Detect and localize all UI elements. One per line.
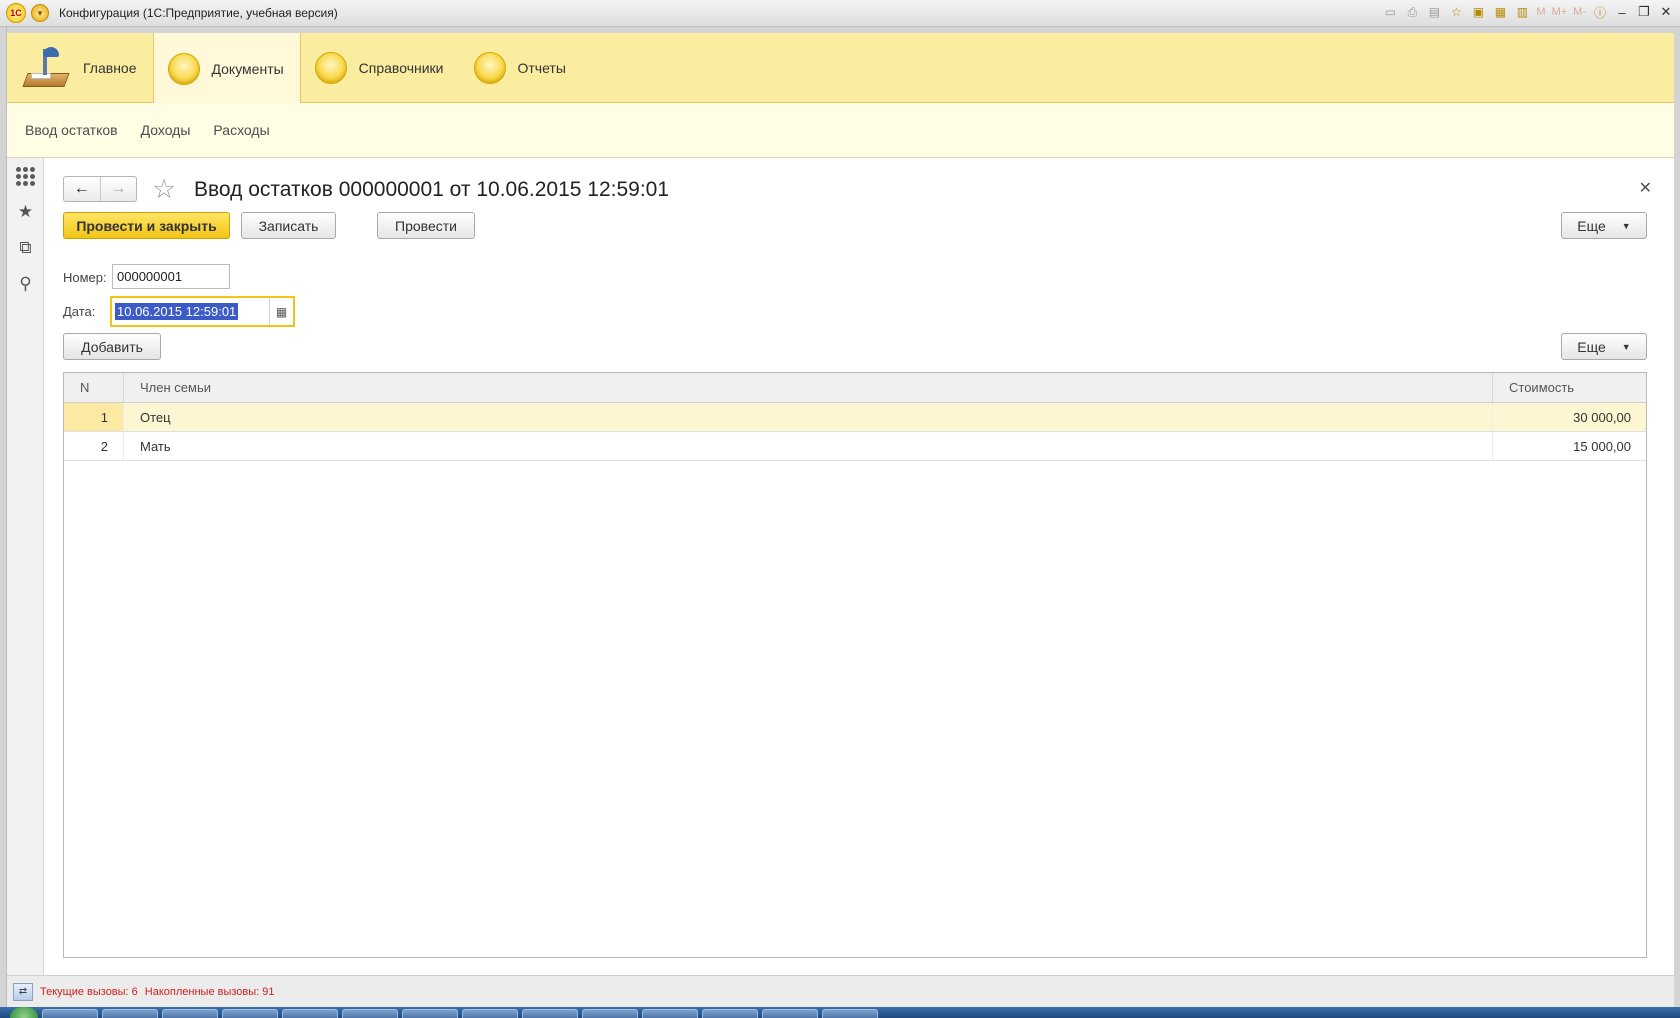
print-icon[interactable]: ⎙ <box>1404 4 1420 20</box>
post-button[interactable]: Провести <box>377 212 475 239</box>
date-label: Дата: <box>63 304 96 319</box>
section-label: Главное <box>83 60 137 76</box>
all-functions-icon[interactable] <box>7 158 44 194</box>
taskbar-item[interactable] <box>462 1009 518 1018</box>
calendar-picker-icon[interactable]: ▦ <box>269 298 293 325</box>
calendar-icon[interactable]: ▥ <box>1514 4 1530 20</box>
status-bar: ⇄ Текущие вызовы: 6 Накопленные вызовы: … <box>7 975 1674 1007</box>
memory-m-plus-button[interactable]: M+ <box>1552 6 1568 18</box>
history-icon[interactable]: ⧉ <box>7 230 44 266</box>
search-icon[interactable]: ⚲ <box>7 266 44 302</box>
app-logo-icon[interactable]: 1С <box>6 3 26 23</box>
row-number: 2 <box>64 432 124 460</box>
title-bar: 1С ▾ Конфигурация (1С:Предприятие, учебн… <box>0 0 1680 27</box>
family-members-table: N Член семьи Стоимость 1 Отец 30 000,00 … <box>63 372 1647 958</box>
current-calls: Текущие вызовы: 6 <box>40 985 138 998</box>
window-title: Конфигурация (1С:Предприятие, учебная ве… <box>59 6 338 20</box>
subnav-panel: Ввод остатков Доходы Расходы <box>7 103 1674 158</box>
more-label: Еще <box>1577 338 1606 355</box>
preview-icon[interactable]: ▤ <box>1426 4 1442 20</box>
title-toolbar: ▭ ⎙ ▤ ☆ ▣ ▦ ▥ M M+ M- ⓘ – ❐ ✕ <box>1382 4 1674 20</box>
taskbar-item[interactable] <box>282 1009 338 1018</box>
taskbar-item[interactable] <box>102 1009 158 1018</box>
section-main[interactable]: Главное <box>7 33 153 103</box>
main-menu-button[interactable]: ▾ <box>31 4 49 22</box>
desk-lamp-icon <box>21 45 71 91</box>
server-calls-icon[interactable]: ⇄ <box>13 982 33 1001</box>
row-cost[interactable]: 15 000,00 <box>1493 432 1646 460</box>
memory-m-minus-button[interactable]: M- <box>1573 6 1586 18</box>
taskbar-item[interactable] <box>702 1009 758 1018</box>
calculator-icon[interactable]: ▦ <box>1492 4 1508 20</box>
bookmark-icon[interactable]: ▣ <box>1470 4 1486 20</box>
table-header: N Член семьи Стоимость <box>64 373 1646 403</box>
row-cost[interactable]: 30 000,00 <box>1493 403 1646 431</box>
forward-arrow-icon[interactable]: → <box>101 177 137 201</box>
restore-icon[interactable]: ❐ <box>1636 4 1652 20</box>
form-title: Ввод остатков 000000001 от 10.06.2015 12… <box>194 178 670 201</box>
subnav-income[interactable]: Доходы <box>141 122 191 138</box>
number-label: Номер: <box>63 270 107 285</box>
column-n[interactable]: N <box>64 373 124 402</box>
favorite-star-icon[interactable]: ☆ <box>152 174 176 205</box>
chevron-down-icon: ▼ <box>1621 341 1631 352</box>
subnav-opening-balances[interactable]: Ввод остатков <box>25 122 118 138</box>
section-reports[interactable]: Отчеты <box>460 33 582 103</box>
taskbar-item[interactable] <box>342 1009 398 1018</box>
taskbar-item[interactable] <box>642 1009 698 1018</box>
table-more-button[interactable]: Еще ▼ <box>1561 333 1647 360</box>
taskbar-item[interactable] <box>402 1009 458 1018</box>
left-toolbar: ★ ⧉ ⚲ <box>7 158 44 975</box>
more-actions-button[interactable]: Еще ▼ <box>1561 212 1647 239</box>
more-label: Еще <box>1577 217 1606 234</box>
taskbar-item[interactable] <box>582 1009 638 1018</box>
info-icon[interactable]: ⓘ <box>1592 4 1608 20</box>
taskbar-item[interactable] <box>222 1009 278 1018</box>
row-member[interactable]: Мать <box>124 432 1493 460</box>
section-label: Документы <box>211 60 284 77</box>
favorites-icon[interactable]: ★ <box>7 194 44 230</box>
minimize-icon[interactable]: – <box>1614 5 1630 20</box>
add-row-button[interactable]: Добавить <box>63 333 161 360</box>
table-row[interactable]: 2 Мать 15 000,00 <box>64 432 1646 461</box>
history-nav: ← → <box>63 176 137 202</box>
column-member[interactable]: Член семьи <box>124 373 1493 402</box>
subnav-expenses[interactable]: Расходы <box>213 122 269 138</box>
section-documents[interactable]: Документы <box>152 33 301 104</box>
column-cost[interactable]: Стоимость <box>1493 373 1646 402</box>
save-icon[interactable]: ▭ <box>1382 4 1398 20</box>
date-field[interactable]: 10.06.2015 12:59:01 ▦ <box>110 296 295 327</box>
row-number: 1 <box>64 403 124 431</box>
taskbar-item[interactable] <box>522 1009 578 1018</box>
yellow-circle-icon <box>167 52 200 85</box>
table-row[interactable]: 1 Отец 30 000,00 <box>64 403 1646 432</box>
yellow-circle-icon <box>473 52 506 84</box>
favorites-add-icon[interactable]: ☆ <box>1448 4 1464 20</box>
section-label: Отчеты <box>517 60 566 76</box>
chevron-down-icon: ▼ <box>1621 220 1631 231</box>
os-taskbar <box>0 1007 1680 1018</box>
close-window-icon[interactable]: ✕ <box>1658 4 1674 20</box>
date-value: 10.06.2015 12:59:01 <box>115 303 239 320</box>
taskbar-item[interactable] <box>822 1009 878 1018</box>
taskbar-item[interactable] <box>42 1009 98 1018</box>
document-form: ← → ☆ Ввод остатков 000000001 от 10.06.2… <box>44 158 1674 975</box>
frame-left <box>0 27 7 1007</box>
taskbar-item[interactable] <box>762 1009 818 1018</box>
section-panel: Главное Документы Справочники Отчеты <box>7 33 1674 104</box>
yellow-circle-icon <box>314 52 347 84</box>
number-field[interactable]: 000000001 <box>112 264 230 289</box>
accumulated-calls: Накопленные вызовы: 91 <box>144 985 275 998</box>
close-form-icon[interactable]: ✕ <box>1639 178 1652 198</box>
post-and-close-button[interactable]: Провести и закрыть <box>63 212 230 239</box>
memory-m-button[interactable]: M <box>1536 6 1545 18</box>
back-arrow-icon[interactable]: ← <box>64 177 101 201</box>
start-orb-icon[interactable] <box>10 1007 38 1018</box>
section-catalogs[interactable]: Справочники <box>301 33 460 103</box>
row-member[interactable]: Отец <box>124 403 1493 431</box>
save-button[interactable]: Записать <box>241 212 336 239</box>
section-label: Справочники <box>358 60 444 76</box>
taskbar-item[interactable] <box>162 1009 218 1018</box>
